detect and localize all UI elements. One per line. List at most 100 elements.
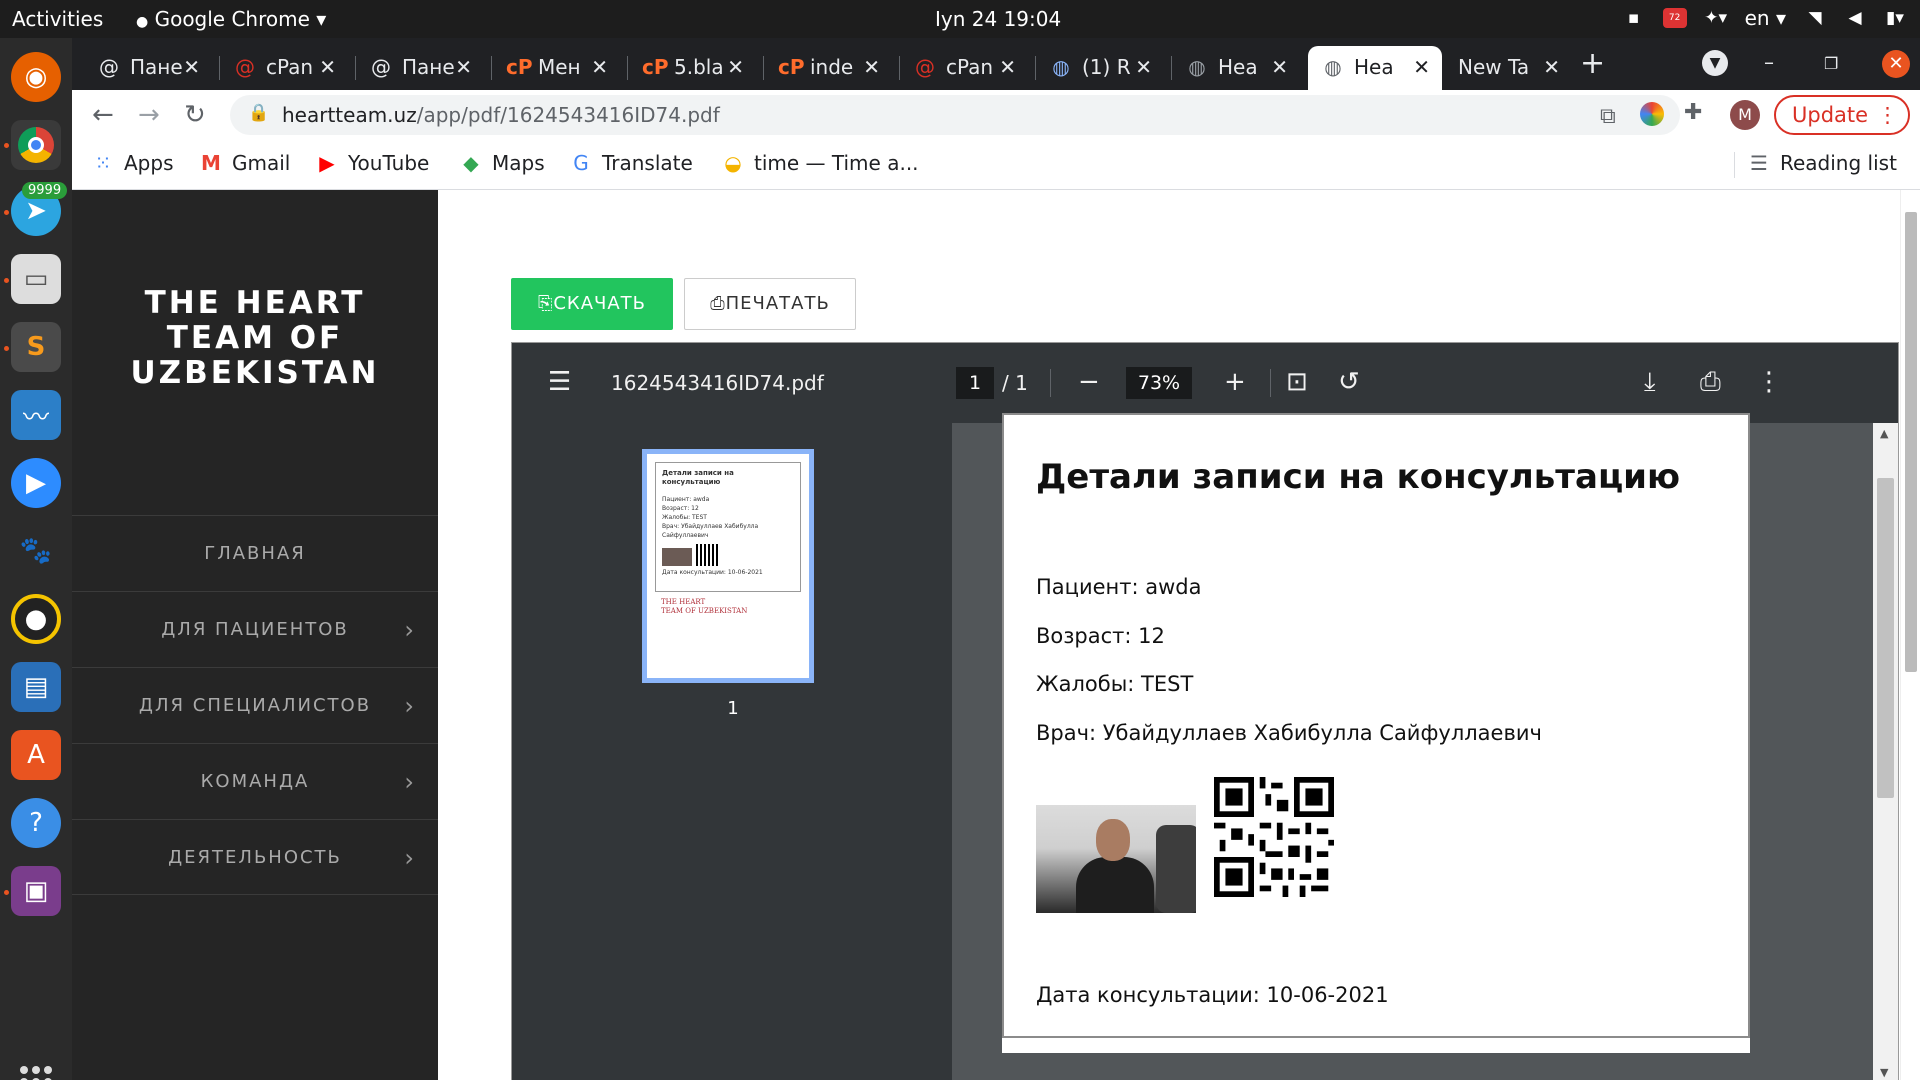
nav-item-activities[interactable]: ДЕЯТЕЛЬНОСТЬ › xyxy=(72,819,438,895)
tab-search-icon[interactable]: ▼ xyxy=(1702,50,1728,76)
close-tab-icon[interactable]: ✕ xyxy=(727,55,744,79)
lock-icon[interactable]: 🔒 xyxy=(248,103,269,123)
nav-item-specialists[interactable]: ДЛЯ СПЕЦИАЛИСТОВ › xyxy=(72,667,438,743)
menu-hamburger-icon[interactable]: ☰ xyxy=(548,367,571,397)
activities-button[interactable]: Activities xyxy=(12,7,103,31)
tab[interactable]: cP 5.bla ✕ xyxy=(628,46,756,90)
accessibility-icon[interactable]: ✦▾ xyxy=(1704,7,1727,29)
nav-item-patients[interactable]: ДЛЯ ПАЦИЕНТОВ › xyxy=(72,591,438,667)
address-bar[interactable]: 🔒 heartteam.uz/app/pdf/1624543416ID74.pd… xyxy=(230,95,1680,135)
logo-line: THE HEART xyxy=(144,285,366,321)
firefox-icon[interactable]: ◉ xyxy=(11,52,61,102)
close-tab-icon[interactable]: ✕ xyxy=(1271,55,1288,79)
language-selector[interactable]: en ▾ xyxy=(1745,6,1786,30)
app-menu[interactable]: ● Google Chrome ▾ xyxy=(136,7,326,31)
restore-icon[interactable]: ❐ xyxy=(1824,54,1838,73)
zoom-in-icon[interactable]: + xyxy=(1224,367,1246,397)
update-button[interactable]: Update ⋮ xyxy=(1774,95,1910,135)
zoom-out-icon[interactable]: − xyxy=(1078,367,1100,397)
rhythmbox-icon[interactable]: ● xyxy=(11,594,61,644)
chevron-right-icon[interactable]: › xyxy=(404,592,416,668)
reload-icon[interactable]: ↻ xyxy=(184,100,206,130)
scroll-down-arrow-icon[interactable]: ▼ xyxy=(1880,1066,1888,1079)
video-player-icon[interactable]: ▣ xyxy=(11,866,61,916)
close-tab-icon[interactable]: ✕ xyxy=(999,55,1016,79)
bookmark-maps[interactable]: ◆ Maps xyxy=(460,151,544,175)
close-tab-icon[interactable]: ✕ xyxy=(319,55,336,79)
chevron-right-icon[interactable]: › xyxy=(404,668,416,744)
clock[interactable]: Iyn 24 19:04 xyxy=(935,7,1061,31)
globe-icon: ◍ xyxy=(1324,55,1342,79)
bookmark-apps[interactable]: ⁙ Apps xyxy=(92,151,174,175)
thumbnail-date: Дата консультации: 10-06-2021 xyxy=(662,569,763,576)
gimp-icon[interactable]: 🐾 xyxy=(11,526,61,576)
close-tab-icon[interactable]: ✕ xyxy=(455,55,472,79)
chevron-right-icon[interactable]: › xyxy=(404,744,416,820)
pdf-scroll-thumb[interactable] xyxy=(1877,478,1894,798)
zoom-icon[interactable]: ▶ xyxy=(11,458,61,508)
close-tab-icon[interactable]: ✕ xyxy=(591,55,608,79)
close-tab-icon[interactable]: ✕ xyxy=(863,55,880,79)
close-tab-icon[interactable]: ✕ xyxy=(1543,55,1560,79)
photo-face xyxy=(1096,819,1130,861)
close-tab-icon[interactable]: ✕ xyxy=(1135,55,1152,79)
tab[interactable]: cP Мен ✕ xyxy=(492,46,620,90)
system-monitor-icon[interactable]: 〰 xyxy=(11,390,61,440)
zoom-input[interactable]: 73% xyxy=(1126,367,1192,399)
nav-item-team[interactable]: КОМАНДА › xyxy=(72,743,438,819)
translate-page-icon[interactable]: ⧉ xyxy=(1600,104,1616,129)
pdf-scrollbar[interactable]: ▲ ▼ xyxy=(1873,423,1898,1080)
sublime-text-icon[interactable]: S xyxy=(11,322,61,372)
fit-page-icon[interactable]: ⊡ xyxy=(1286,367,1308,397)
bookmark-youtube[interactable]: ▶ YouTube xyxy=(316,151,429,175)
tab[interactable]: ◍ (1) R ✕ xyxy=(1036,46,1164,90)
print-button[interactable]: ⎙ПЕЧАТАТЬ xyxy=(684,278,856,330)
extension-colorful-icon[interactable] xyxy=(1640,102,1664,126)
system-tray[interactable]: ▪ 72 ✦▾ en ▾ ◥ ◀ ▮▾ xyxy=(1623,6,1906,30)
new-tab-button[interactable]: + xyxy=(1580,46,1605,81)
close-tab-icon[interactable]: ✕ xyxy=(1413,55,1430,79)
tab[interactable]: @ cPan ✕ xyxy=(220,46,348,90)
show-apps-icon[interactable] xyxy=(20,1066,52,1080)
reading-list[interactable]: ☰ Reading list xyxy=(1748,151,1897,175)
forward-icon[interactable]: → xyxy=(138,100,160,130)
help-icon[interactable]: ? xyxy=(11,798,61,848)
tab[interactable]: @ Пане ✕ xyxy=(356,46,484,90)
software-center-icon[interactable]: A xyxy=(11,730,61,780)
page-number-input[interactable]: 1 xyxy=(956,367,994,399)
gmail-icon: M xyxy=(201,151,221,175)
bookmark-label: YouTube xyxy=(348,151,430,175)
wifi-icon: ◥ xyxy=(1808,8,1822,28)
page-scrollbar[interactable] xyxy=(1900,190,1920,1080)
page-thumbnail[interactable]: Детали записи на консультацию Пациент: a… xyxy=(642,449,814,683)
tab[interactable]: cP inde ✕ xyxy=(764,46,892,90)
site-logo[interactable]: THE HEART TEAM OF UZBEKISTAN xyxy=(102,286,408,391)
print-icon[interactable]: ⎙ xyxy=(1700,367,1721,398)
extensions-puzzle-icon[interactable]: ✚ xyxy=(1684,100,1702,125)
chrome-icon[interactable] xyxy=(11,120,61,170)
tab[interactable]: New Ta ✕ xyxy=(1444,46,1572,90)
bookmark-time[interactable]: ◒ time — Time a... xyxy=(722,151,918,175)
scroll-up-arrow-icon[interactable]: ▲ xyxy=(1880,427,1888,440)
writer-icon[interactable]: ▤ xyxy=(11,662,61,712)
running-indicator xyxy=(4,210,9,215)
close-window-icon[interactable]: ✕ xyxy=(1882,50,1910,78)
bookmark-translate[interactable]: G Translate xyxy=(570,151,693,175)
bookmark-gmail[interactable]: M Gmail xyxy=(200,151,290,175)
files-icon[interactable]: ▭ xyxy=(11,254,61,304)
download-icon[interactable]: ⤓ xyxy=(1644,367,1656,398)
rotate-icon[interactable]: ↺ xyxy=(1338,367,1360,397)
nav-item-home[interactable]: ГЛАВНАЯ xyxy=(72,515,438,591)
chevron-right-icon[interactable]: › xyxy=(404,820,416,896)
minimize-icon[interactable]: – xyxy=(1764,50,1774,74)
page-scroll-thumb[interactable] xyxy=(1905,212,1917,672)
more-vert-icon[interactable]: ⋮ xyxy=(1756,367,1782,397)
tab[interactable]: @ cPan ✕ xyxy=(900,46,1028,90)
download-button[interactable]: ⎘СКАЧАТЬ xyxy=(511,278,673,330)
close-tab-icon[interactable]: ✕ xyxy=(183,55,200,79)
tab[interactable]: ◍ Hea ✕ xyxy=(1172,46,1300,90)
back-icon[interactable]: ← xyxy=(92,100,114,130)
profile-avatar[interactable]: M xyxy=(1730,100,1760,130)
tab[interactable]: @ Пане ✕ xyxy=(84,46,212,90)
tab-active[interactable]: ◍ Hea ✕ xyxy=(1308,46,1442,90)
